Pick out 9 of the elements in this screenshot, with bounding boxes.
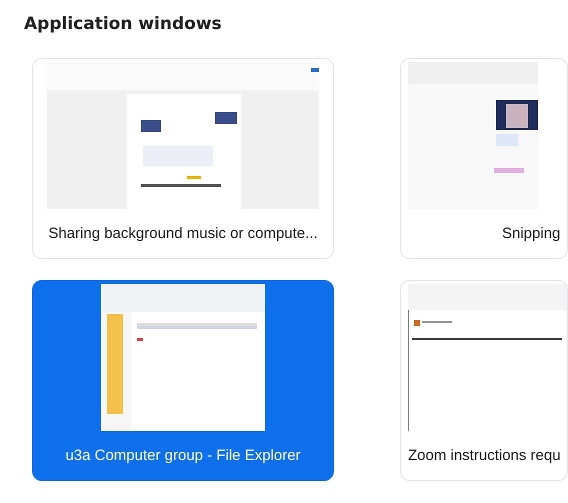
section-heading: Application windows (24, 13, 223, 36)
window-title: Sharing background music or compute... (48, 224, 318, 244)
window-title: u3a Computer group - File Explorer (65, 446, 301, 466)
window-tile[interactable]: Zoom instructions requ (400, 280, 568, 480)
window-tile[interactable]: Snipping (400, 58, 568, 258)
window-title: Snipping (502, 224, 560, 244)
window-tile[interactable]: Sharing background music or compute... (32, 58, 334, 258)
window-title: Zoom instructions requ (408, 446, 561, 466)
window-tile[interactable]: u3a Computer group - File Explorer (32, 280, 334, 480)
